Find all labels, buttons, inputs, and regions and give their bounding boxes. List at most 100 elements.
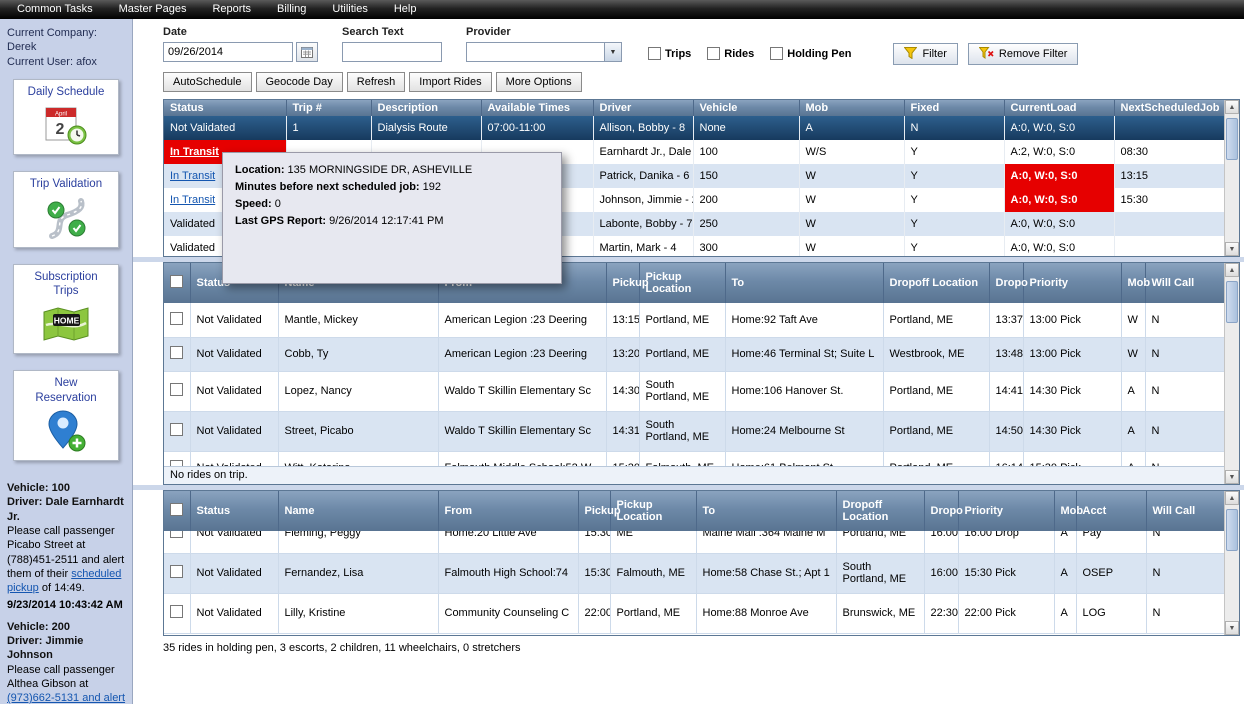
ride-row[interactable]: Not Validated Fernandez, Lisa Falmouth H… [164, 553, 1224, 593]
column-header-driver[interactable]: Driver [593, 100, 693, 116]
column-header-to[interactable]: To [725, 263, 883, 303]
ride-row[interactable]: Not Validated Cobb, Ty American Legion :… [164, 337, 1224, 371]
row-checkbox[interactable] [170, 531, 183, 538]
column-header-currentload[interactable]: CurrentLoad [1004, 100, 1114, 116]
scrollbar-track[interactable] [1225, 277, 1239, 470]
row-checkbox[interactable] [170, 383, 183, 396]
menu-utilities[interactable]: Utilities [319, 0, 380, 19]
sidebar-item-trip-validation[interactable]: Trip Validation [13, 171, 119, 247]
row-checkbox[interactable] [170, 460, 183, 466]
column-header-select[interactable] [164, 491, 190, 531]
trip-status-link[interactable]: In Transit [170, 146, 219, 158]
column-header-vehicle[interactable]: Vehicle [693, 100, 799, 116]
trip-row[interactable]: Not Validated 1 Dialysis Route 07:00-11:… [164, 116, 1224, 140]
ride-row[interactable]: Not Validated Fleming, Peggy Home:20 Lit… [164, 531, 1224, 553]
menu-master-pages[interactable]: Master Pages [106, 0, 200, 19]
column-header-trip[interactable]: Trip # [286, 100, 371, 116]
sidebar-item-new-reservation[interactable]: New Reservation [13, 370, 119, 461]
vertical-scrollbar[interactable]: ▲ ▼ [1224, 100, 1239, 256]
scroll-down-icon[interactable]: ▼ [1225, 470, 1239, 484]
menu-common-tasks[interactable]: Common Tasks [4, 0, 106, 19]
vertical-scrollbar[interactable]: ▲ ▼ [1224, 491, 1239, 635]
select-all-checkbox[interactable] [170, 275, 183, 288]
scrollbar-thumb[interactable] [1226, 118, 1238, 160]
column-header-fixed[interactable]: Fixed [904, 100, 1004, 116]
calendar-picker-icon[interactable] [296, 42, 318, 62]
menu-help[interactable]: Help [381, 0, 430, 19]
column-header-pickup-location[interactable]: Pickup Location [610, 491, 696, 531]
holding-pen-checkbox[interactable]: Holding Pen [770, 47, 851, 60]
scrollbar-track[interactable] [1225, 505, 1239, 621]
scrollbar-thumb[interactable] [1226, 281, 1238, 323]
column-header-to[interactable]: To [696, 491, 836, 531]
sidebar-item-daily-schedule[interactable]: Daily Schedule April 2 [13, 79, 119, 155]
column-header-from[interactable]: From [438, 491, 578, 531]
column-header-mob[interactable]: Mob [799, 100, 904, 116]
filter-button[interactable]: Filter [893, 43, 957, 65]
row-checkbox[interactable] [170, 565, 183, 578]
row-checkbox[interactable] [170, 346, 183, 359]
import-rides-button[interactable]: Import Rides [409, 72, 491, 92]
trips-checkbox[interactable]: Trips [648, 47, 691, 60]
column-header-pickup-location[interactable]: Pickup Location [639, 263, 725, 303]
column-header-acct[interactable]: Acct [1076, 491, 1146, 531]
row-checkbox[interactable] [170, 423, 183, 436]
column-header-dropoff[interactable]: Dropo [989, 263, 1023, 303]
column-header-available-times[interactable]: Available Times [481, 100, 593, 116]
scroll-up-icon[interactable]: ▲ [1225, 491, 1239, 505]
column-header-mob[interactable]: Mob [1054, 491, 1076, 531]
column-header-priority[interactable]: Priority [958, 491, 1054, 531]
row-checkbox[interactable] [170, 605, 183, 618]
column-header-dropoff[interactable]: Dropo [924, 491, 958, 531]
column-header-pickup[interactable]: Pickup [578, 491, 610, 531]
cell-trip: 1 [286, 116, 371, 140]
trip-status-link[interactable]: In Transit [170, 170, 215, 182]
column-header-will-call[interactable]: Will Call [1145, 263, 1224, 303]
ride-row[interactable]: Not Validated Lilly, Kristine Community … [164, 593, 1224, 633]
chevron-down-icon[interactable]: ▼ [604, 42, 622, 62]
provider-select[interactable] [466, 42, 604, 62]
scrollbar-thumb[interactable] [1226, 509, 1238, 551]
ride-row[interactable]: Not Validated Witt, Katarina Falmouth Mi… [164, 451, 1224, 466]
rides-checkbox[interactable]: Rides [707, 47, 754, 60]
column-header-description[interactable]: Description [371, 100, 481, 116]
alert-vehicle: Vehicle: 100 [7, 481, 126, 495]
column-header-dropoff-location[interactable]: Dropoff Location [883, 263, 989, 303]
menu-billing[interactable]: Billing [264, 0, 319, 19]
column-header-mob[interactable]: Mob [1121, 263, 1145, 303]
date-input[interactable] [163, 42, 293, 62]
column-header-pickup[interactable]: Pickup [606, 263, 639, 303]
scroll-up-icon[interactable]: ▲ [1225, 100, 1239, 114]
column-header-select[interactable] [164, 263, 190, 303]
search-input[interactable] [342, 42, 442, 62]
row-checkbox[interactable] [170, 312, 183, 325]
sidebar-item-subscription-trips[interactable]: Subscription Trips HOME [13, 264, 119, 355]
column-header-status[interactable]: Status [190, 491, 278, 531]
scroll-down-icon[interactable]: ▼ [1225, 242, 1239, 256]
more-options-button[interactable]: More Options [496, 72, 582, 92]
column-header-name[interactable]: Name [278, 491, 438, 531]
remove-filter-button[interactable]: Remove Filter [968, 43, 1078, 65]
autoschedule-button[interactable]: AutoSchedule [163, 72, 252, 92]
column-header-nextscheduledjob[interactable]: NextScheduledJob [1114, 100, 1224, 116]
trips-checkbox-label: Trips [665, 48, 691, 60]
refresh-button[interactable]: Refresh [347, 72, 406, 92]
vertical-scrollbar[interactable]: ▲ ▼ [1224, 263, 1239, 484]
ride-row[interactable]: Not Validated Street, Picabo Waldo T Ski… [164, 411, 1224, 451]
trip-status-link[interactable]: In Transit [170, 194, 215, 206]
ride-row[interactable]: Not Validated Lopez, Nancy Waldo T Skill… [164, 371, 1224, 411]
scrollbar-track[interactable] [1225, 114, 1239, 242]
column-header-will-call[interactable]: Will Call [1146, 491, 1224, 531]
geocode-day-button[interactable]: Geocode Day [256, 72, 343, 92]
scroll-down-icon[interactable]: ▼ [1225, 621, 1239, 635]
menu-reports[interactable]: Reports [199, 0, 264, 19]
scroll-up-icon[interactable]: ▲ [1225, 263, 1239, 277]
phone-link[interactable]: (973)662-5131 and alert [7, 692, 125, 704]
column-header-dropoff-location[interactable]: Dropoff Location [836, 491, 924, 531]
ride-row[interactable]: Not Validated Mantle, Mickey American Le… [164, 303, 1224, 337]
column-header-status[interactable]: Status [164, 100, 286, 116]
select-all-checkbox[interactable] [170, 503, 183, 516]
cell-fixed: Y [904, 188, 1004, 212]
column-header-priority[interactable]: Priority [1023, 263, 1121, 303]
cell-to: Home:58 Chase St.; Apt 1 [696, 553, 836, 593]
